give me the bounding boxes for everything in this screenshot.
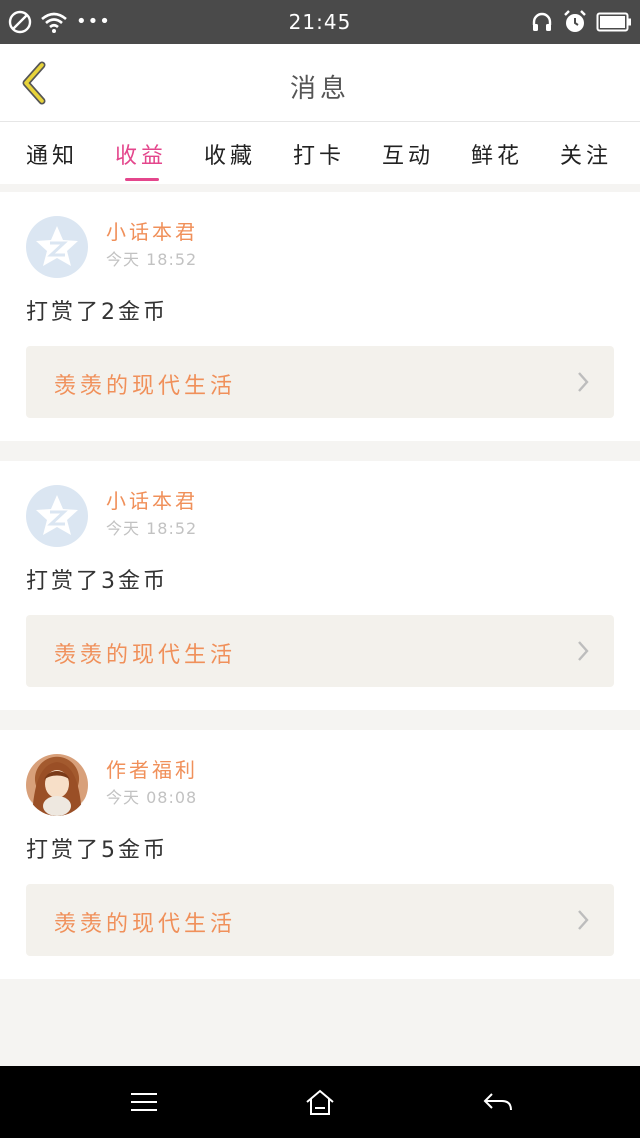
menu-button[interactable] bbox=[124, 1084, 164, 1120]
default-avatar-icon bbox=[36, 495, 78, 535]
tab-favorites[interactable]: 收藏 bbox=[204, 138, 256, 170]
tab-interactions[interactable]: 互动 bbox=[382, 138, 434, 170]
headset-icon bbox=[530, 10, 554, 34]
tab-notifications[interactable]: 通知 bbox=[26, 138, 78, 170]
message-time: 今天 18:52 bbox=[106, 519, 198, 538]
message-time: 今天 08:08 bbox=[106, 788, 198, 807]
book-title: 羡羡的现代生活 bbox=[54, 374, 237, 399]
tab-earnings[interactable]: 收益 bbox=[115, 138, 167, 170]
default-avatar-icon bbox=[36, 226, 78, 266]
message-card: 小话本君 今天 18:52 打赏了3金币 羡羡的现代生活 bbox=[0, 461, 640, 710]
book-title: 羡羡的现代生活 bbox=[54, 643, 237, 668]
book-link[interactable]: 羡羡的现代生活 bbox=[26, 884, 614, 956]
message-text: 打赏了5金币 bbox=[26, 838, 168, 863]
back-nav-button[interactable] bbox=[478, 1084, 518, 1120]
photo-avatar-icon bbox=[32, 762, 82, 816]
message-card: 小话本君 今天 18:52 打赏了2金币 羡羡的现代生活 bbox=[0, 192, 640, 441]
avatar[interactable] bbox=[26, 754, 88, 816]
avatar[interactable] bbox=[26, 216, 88, 278]
system-nav-bar bbox=[0, 1066, 640, 1138]
home-icon bbox=[306, 1089, 334, 1115]
book-link[interactable]: 羡羡的现代生活 bbox=[26, 346, 614, 418]
username[interactable]: 小话本君 bbox=[106, 485, 198, 514]
message-time: 今天 18:52 bbox=[106, 250, 198, 269]
username[interactable]: 小话本君 bbox=[106, 216, 198, 245]
message-text: 打赏了2金币 bbox=[26, 300, 168, 325]
status-right-icons bbox=[530, 8, 632, 36]
tab-checkin[interactable]: 打卡 bbox=[293, 138, 345, 170]
username[interactable]: 作者福利 bbox=[106, 754, 198, 783]
book-link[interactable]: 羡羡的现代生活 bbox=[26, 615, 614, 687]
menu-icon bbox=[131, 1093, 157, 1111]
message-text: 打赏了3金币 bbox=[26, 569, 168, 594]
tab-flowers[interactable]: 鲜花 bbox=[471, 138, 523, 170]
home-button[interactable] bbox=[300, 1084, 340, 1120]
back-arrow-icon bbox=[483, 1093, 512, 1111]
alarm-icon bbox=[562, 9, 588, 35]
battery-icon bbox=[596, 11, 632, 33]
status-bar: ••• 21:45 bbox=[0, 0, 640, 44]
book-title: 羡羡的现代生活 bbox=[54, 912, 237, 937]
avatar[interactable] bbox=[26, 485, 88, 547]
page-title: 消息 bbox=[289, 74, 350, 104]
tab-bar: 通知 收益 收藏 打卡 互动 鲜花 关注 bbox=[0, 122, 640, 184]
chevron-right-icon bbox=[578, 641, 589, 661]
chevron-right-icon bbox=[578, 910, 589, 930]
chevron-right-icon bbox=[578, 372, 589, 392]
tab-following[interactable]: 关注 bbox=[560, 138, 612, 170]
header: 消息 bbox=[0, 44, 640, 122]
active-tab-indicator bbox=[125, 178, 159, 181]
message-card: 作者福利 今天 08:08 打赏了5金币 羡羡的现代生活 bbox=[0, 730, 640, 979]
